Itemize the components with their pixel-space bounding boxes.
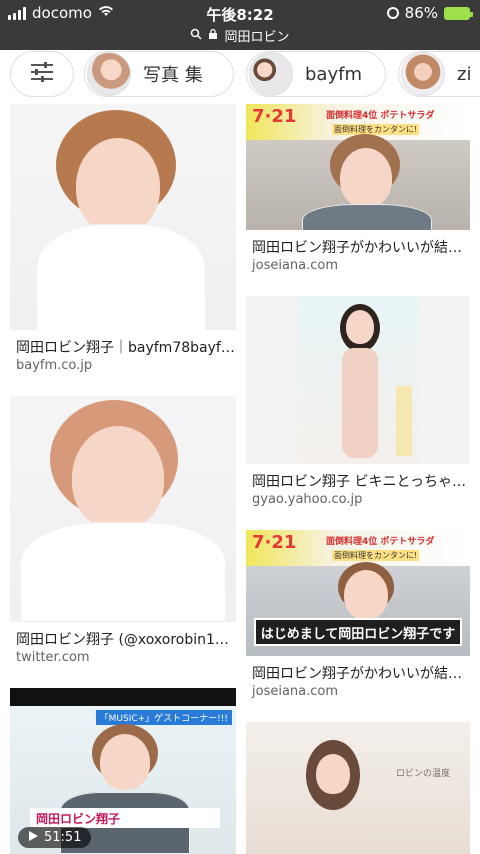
status-bar: docomo 午後8:22 86% 岡田ロビン bbox=[0, 0, 480, 50]
chip-bayfm[interactable]: bayfm bbox=[246, 51, 386, 97]
face-shape bbox=[340, 148, 392, 208]
result-image-bikini[interactable] bbox=[246, 296, 470, 464]
filter-sliders-icon bbox=[29, 61, 55, 88]
status-right: 86% bbox=[386, 4, 473, 22]
result-video-thumbnail[interactable]: 「MUSIC+」ゲストコーナー!!! 岡田ロビン翔子 51:51 bbox=[10, 688, 236, 854]
result-image-portrait-2[interactable] bbox=[10, 396, 236, 622]
video-duration-badge: 51:51 bbox=[18, 827, 92, 848]
face-shape bbox=[344, 570, 388, 620]
body-shape bbox=[342, 348, 378, 458]
face-shape bbox=[346, 310, 374, 344]
tv-subline: 面倒料理をカンタンに! bbox=[332, 124, 420, 135]
result-image-tv-2[interactable]: 7·21 面倒料理4位 ポテトサラダ 面倒料理をカンタンに! はじめまして岡田ロ… bbox=[246, 530, 470, 656]
shirt-shape bbox=[20, 522, 226, 622]
tv-bottom-caption: はじめまして岡田ロビン翔子です bbox=[254, 618, 462, 646]
filter-chip[interactable] bbox=[10, 51, 74, 97]
result-domain: gyao.yahoo.co.jp bbox=[252, 492, 363, 507]
lock-icon bbox=[208, 28, 218, 44]
battery-icon bbox=[444, 6, 473, 20]
result-image-tv-1[interactable]: 7·21 面倒料理4位 ポテトサラダ 面倒料理をカンタンに! bbox=[246, 104, 470, 230]
result-domain: joseiana.com bbox=[252, 258, 339, 273]
tv-headline: 面倒料理4位 ポテトサラダ bbox=[326, 537, 435, 547]
result-caption[interactable]: 岡田ロビン翔子 ビキニとっちゃい... bbox=[252, 471, 470, 491]
shirt-shape bbox=[302, 204, 432, 230]
chip-thumbnail bbox=[401, 52, 445, 96]
result-image-photobook[interactable]: ロビンの温度 bbox=[246, 722, 470, 854]
video-duration: 51:51 bbox=[44, 830, 82, 845]
chip-photobook[interactable]: 写真 集 bbox=[84, 51, 234, 97]
result-caption[interactable]: 岡田ロビン翔子 (@xoxorobin19) | ... bbox=[16, 629, 236, 649]
tv-subline: 面倒料理をカンタンに! bbox=[332, 550, 420, 561]
result-domain: twitter.com bbox=[16, 650, 90, 665]
result-domain: joseiana.com bbox=[252, 684, 339, 699]
result-domain: bayfm.co.jp bbox=[16, 358, 93, 373]
chip-thumbnail bbox=[249, 52, 293, 96]
result-caption[interactable]: 岡田ロビン翔子がかわいいが結婚... bbox=[252, 663, 470, 683]
tv-date-text: 7·21 bbox=[252, 532, 297, 553]
suggestion-chips: 写真 集 bayfm zi bbox=[0, 50, 480, 102]
face-shape bbox=[316, 754, 350, 794]
result-caption[interactable]: 岡田ロビン翔子｜bayfm78bayfm78 bbox=[16, 337, 236, 357]
search-icon bbox=[190, 28, 203, 44]
battery-percent: 86% bbox=[404, 4, 438, 22]
video-banner: 「MUSIC+」ゲストコーナー!!! bbox=[95, 710, 232, 725]
play-icon bbox=[28, 830, 38, 845]
chip-thumbnail bbox=[87, 52, 131, 96]
face-shape bbox=[76, 138, 160, 234]
chip-label: bayfm bbox=[305, 63, 362, 85]
chip-label: 写真 集 bbox=[143, 65, 203, 86]
face-shape bbox=[100, 734, 150, 790]
photobook-title: ロビンの温度 bbox=[395, 769, 450, 779]
video-name-caption: 岡田ロビン翔子 bbox=[30, 808, 220, 828]
chip-label: zi bbox=[457, 63, 472, 85]
face-shape bbox=[72, 426, 164, 530]
tv-date-text: 7·21 bbox=[252, 106, 297, 127]
tv-headline: 面倒料理4位 ポテトサラダ bbox=[326, 111, 435, 121]
result-image-portrait-1[interactable] bbox=[10, 104, 236, 330]
rotation-lock-icon bbox=[386, 7, 399, 19]
shirt-shape bbox=[36, 224, 206, 330]
chip-zi[interactable]: zi bbox=[398, 51, 480, 97]
address-bar[interactable]: 岡田ロビン bbox=[0, 26, 480, 45]
video-name-text: 岡田ロビン翔子 bbox=[36, 811, 121, 826]
address-text: 岡田ロビン bbox=[224, 30, 290, 45]
result-caption[interactable]: 岡田ロビン翔子がかわいいが結婚... bbox=[252, 237, 470, 257]
magazine-side-text bbox=[396, 386, 412, 456]
